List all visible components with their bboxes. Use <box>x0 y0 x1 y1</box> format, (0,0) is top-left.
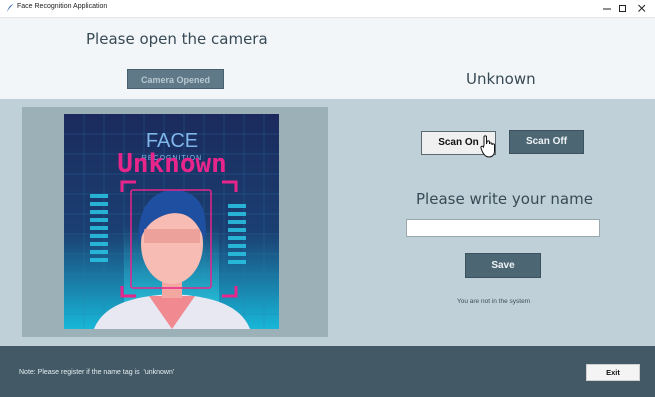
name-prompt-label: Please write your name <box>416 190 593 208</box>
close-button[interactable] <box>631 0 653 17</box>
register-note: Note: Please register if the name tag is… <box>19 369 175 376</box>
save-button[interactable]: Save <box>465 253 541 278</box>
camera-opened-button[interactable]: Camera Opened <box>127 69 224 89</box>
recognition-status-title: Unknown <box>466 70 536 88</box>
camera-prompt: Please open the camera <box>86 30 268 48</box>
maximize-icon <box>619 5 626 12</box>
feather-icon <box>7 4 14 12</box>
title-bar: Face Recognition Application <box>0 0 655 18</box>
close-icon <box>638 4 646 12</box>
mouse-cursor-icon <box>480 135 495 158</box>
system-status-text: You are not in the system <box>457 298 531 305</box>
recognition-overlay-label: Unknown <box>117 149 227 179</box>
window-title: Face Recognition Application <box>17 3 108 10</box>
minimize-icon <box>603 8 611 10</box>
exit-button[interactable]: Exit <box>586 364 640 381</box>
scan-off-button[interactable]: Scan Off <box>509 130 584 154</box>
name-input[interactable] <box>406 219 600 237</box>
camera-feed-image: FACE RECOGNITION Unknown <box>64 114 279 329</box>
